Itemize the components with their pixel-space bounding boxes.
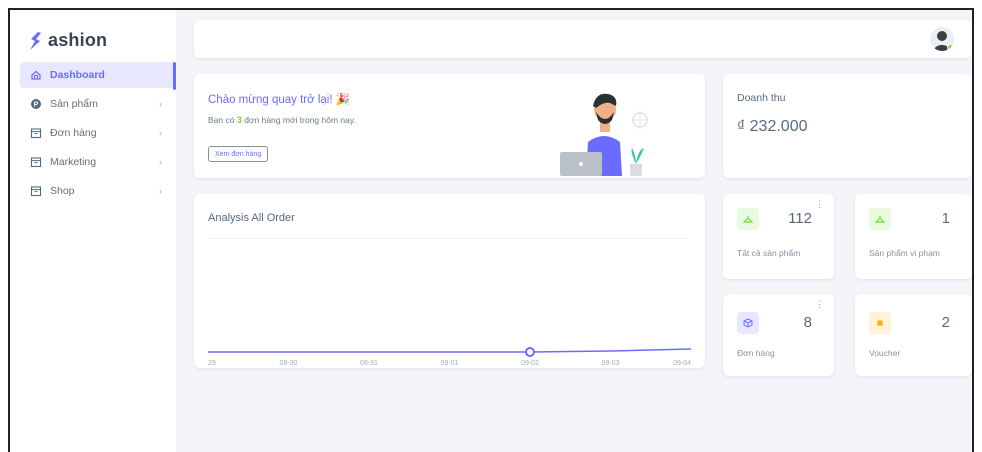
view-orders-button[interactable]: Xem đơn hàng [208,146,269,162]
stat-label: Đơn hàng [737,348,775,358]
box-icon [30,156,42,168]
sidebar-item-label: Sản phẩm [50,98,98,110]
top-navbar [194,20,972,58]
home-icon [30,69,42,81]
stat-label: Tất cả sản phẩm [737,248,801,258]
box-icon [30,185,42,197]
welcome-sub-suffix: đơn hàng mới trong hôm nay. [241,115,356,125]
sidebar-item-label: Marketing [50,156,97,168]
sidebar-item-label: Dashboard [50,69,105,81]
welcome-sub-prefix: Bạn có [208,115,237,125]
stat-value: 1 [941,210,950,227]
box-icon [30,127,42,139]
stat-value: 112 [788,210,812,227]
x-tick-label: 08-30 [280,360,298,367]
cube-icon [737,312,759,334]
order-line-chart: 29 08-30 08-31 09-01 09-02 09-03 09-04 [207,347,692,367]
stat-card-orders[interactable]: 8 Đơn hàng ⋮ [723,294,834,376]
data-point[interactable] [525,347,535,357]
chevron-right-icon: › [159,157,162,167]
stat-card-violations[interactable]: 1 Sản phẩm vi phạm [855,194,972,279]
ticket-icon [869,312,891,334]
brand-logo-icon [30,31,41,50]
stat-card-voucher[interactable]: 2 Voucher [855,294,972,376]
more-options-icon[interactable]: ⋮ [815,200,824,209]
sidebar-item-marketing[interactable]: Marketing › [20,149,174,175]
welcome-card: Chào mừng quay trở lại! 🎉 Bạn có 3 đơn h… [194,74,705,178]
stat-card-all-products[interactable]: 112 Tất cả sản phẩm ⋮ [723,194,834,279]
app-window: ashion Dashboard P Sản phẩm › Đơn hàng ›… [8,8,974,452]
sidebar-item-orders[interactable]: Đơn hàng › [20,120,174,146]
revenue-card: Doanh thu ₫ 232.000 [723,74,972,178]
x-tick-label: 09-01 [441,360,459,367]
sidebar-item-label: Shop [50,185,75,197]
welcome-illustration [560,93,649,176]
sidebar-item-products[interactable]: P Sản phẩm › [20,91,174,117]
sidebar-menu: Dashboard P Sản phẩm › Đơn hàng › Market… [20,62,174,207]
chevron-right-icon: › [159,186,162,196]
stat-label: Voucher [869,348,901,358]
stat-label: Sản phẩm vi phạm [869,248,940,258]
revenue-value: ₫ 232.000 [737,118,808,135]
x-tick-label: 09-03 [602,360,620,367]
stat-value: 8 [803,314,812,331]
sidebar-item-shop[interactable]: Shop › [20,178,174,204]
svg-text:P: P [34,101,39,108]
x-tick-label: 09-02 [521,360,539,367]
sidebar-item-dashboard[interactable]: Dashboard [20,62,174,88]
more-options-icon[interactable]: ⋮ [815,300,824,309]
x-tick-label: 29 [208,360,216,367]
revenue-label: Doanh thu [737,92,786,104]
welcome-title: Chào mừng quay trở lại! 🎉 [208,94,351,106]
user-avatar-icon[interactable] [930,27,954,51]
chevron-right-icon: › [159,128,162,138]
active-indicator [173,62,176,90]
x-tick-label: 08-31 [360,360,378,367]
sidebar-item-label: Đơn hàng [50,127,97,139]
x-tick-label: 09-04 [673,360,691,367]
hanger-icon [869,208,891,230]
online-status-dot [947,44,954,51]
sidebar: ashion Dashboard P Sản phẩm › Đơn hàng ›… [10,10,176,452]
product-icon: P [30,98,42,110]
chevron-right-icon: › [159,99,162,109]
brand-name: ashion [48,30,108,50]
hanger-icon [737,208,759,230]
order-analysis-card: Analysis All Order 29 08-30 08-31 09-01 09-0… [194,194,705,368]
series-line [208,348,692,353]
brand[interactable]: ashion [28,30,107,51]
stat-value: 2 [941,314,950,331]
welcome-subtitle: Bạn có 3 đơn hàng mới trong hôm nay. [208,115,356,125]
